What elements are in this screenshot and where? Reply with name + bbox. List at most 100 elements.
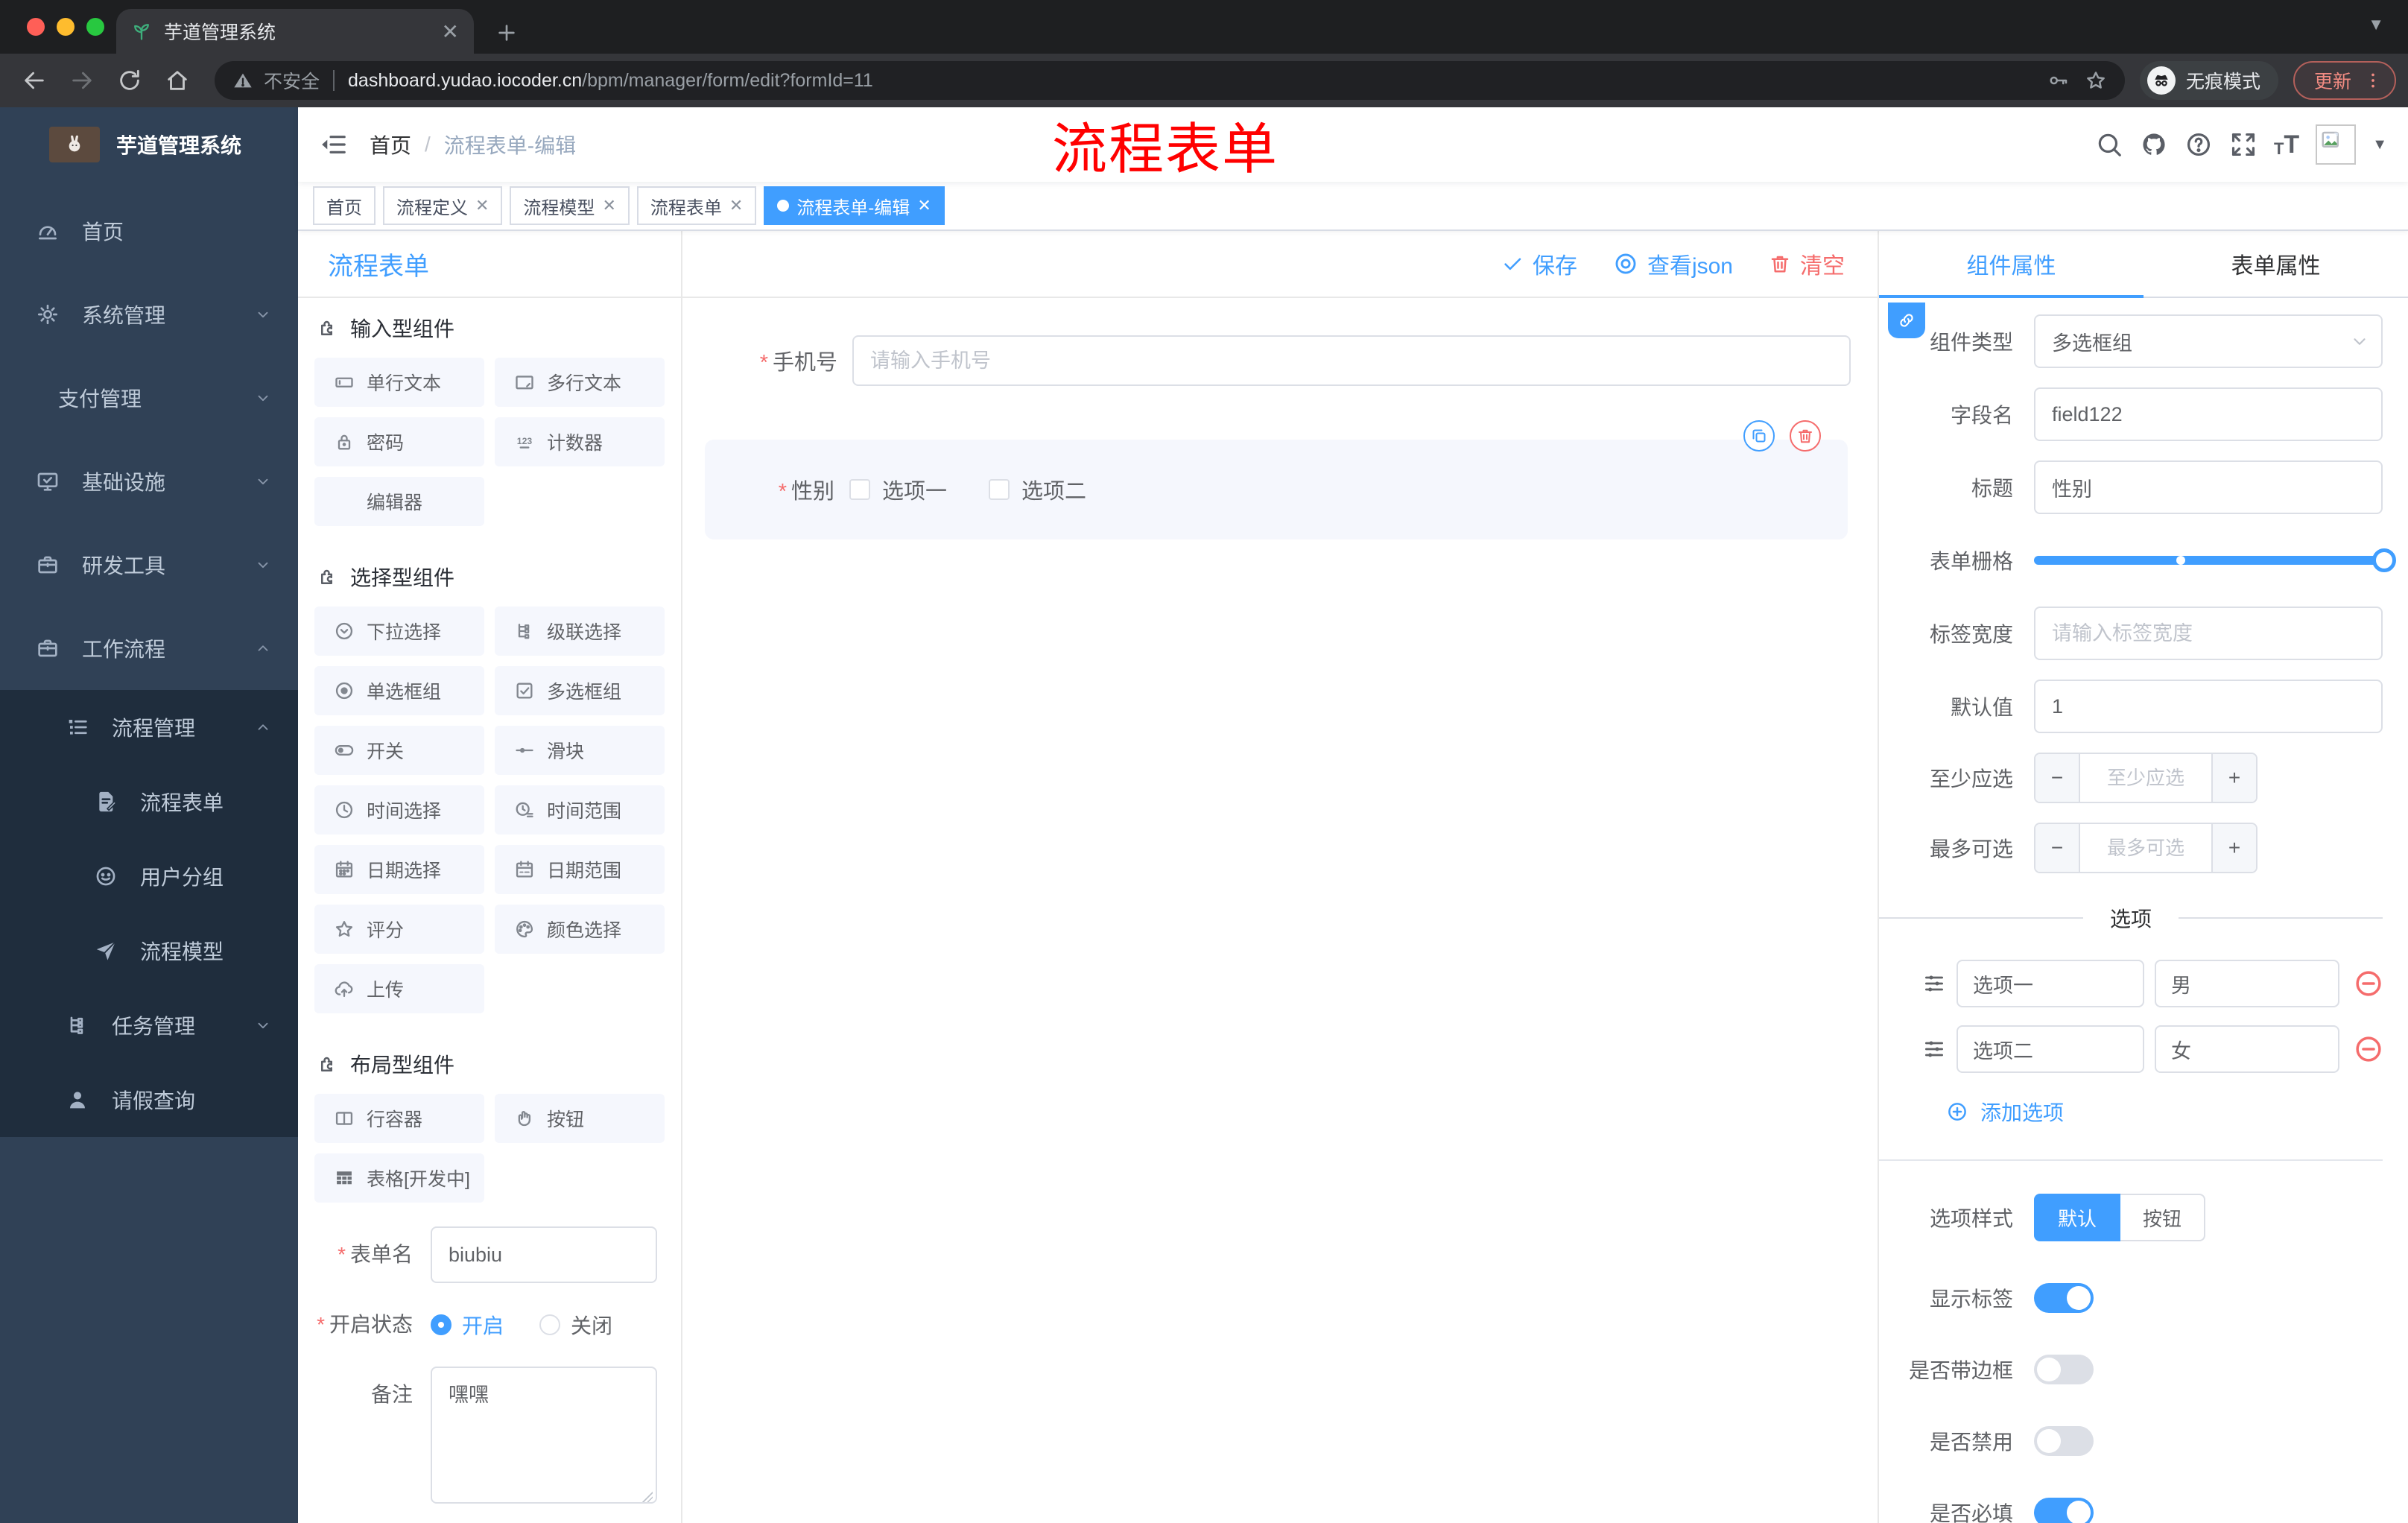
address-bar[interactable]: 不安全 dashboard.yudao.iocoder.cn/bpm/manag…	[215, 61, 2125, 100]
browser-tab[interactable]: 芋道管理系统 ✕	[116, 9, 474, 54]
max-input[interactable]	[2080, 824, 2211, 872]
component-switch[interactable]: 开关	[314, 726, 484, 775]
add-option-button[interactable]: 添加选项	[1946, 1097, 2383, 1127]
sidebar-item-leave-query[interactable]: 请假查询	[0, 1063, 298, 1137]
status-radio-off[interactable]: 关闭	[539, 1310, 612, 1340]
stepper-plus-button[interactable]: +	[2211, 754, 2256, 802]
avatar[interactable]	[2316, 124, 2357, 165]
maximize-window-button[interactable]	[86, 18, 104, 36]
drag-handle-icon[interactable]	[1922, 972, 1946, 995]
component-button[interactable]: 按钮	[495, 1094, 665, 1143]
home-button[interactable]	[155, 58, 200, 103]
form-remark-textarea[interactable]	[431, 1367, 657, 1504]
component-time-picker[interactable]: 时间选择	[314, 785, 484, 835]
component-rate[interactable]: 评分	[314, 905, 484, 954]
form-grid-slider[interactable]	[2034, 548, 2396, 572]
reload-button[interactable]	[107, 58, 152, 103]
close-window-button[interactable]	[27, 18, 45, 36]
minimize-window-button[interactable]	[57, 18, 75, 36]
tag-close-icon[interactable]: ✕	[729, 196, 743, 215]
tag-process-form-edit[interactable]: 流程表单-编辑 ✕	[764, 186, 945, 225]
form-name-input[interactable]	[431, 1226, 657, 1283]
component-select[interactable]: 下拉选择	[314, 607, 484, 656]
component-table[interactable]: 表格[开发中]	[314, 1153, 484, 1203]
drag-handle-icon[interactable]	[1922, 1037, 1946, 1061]
tag-close-icon[interactable]: ✕	[917, 196, 931, 215]
sidebar-item-user-group[interactable]: 用户分组	[0, 839, 298, 914]
tag-process-form[interactable]: 流程表单 ✕	[636, 186, 757, 225]
sidebar-item-home[interactable]: 首页	[0, 189, 298, 273]
view-json-button[interactable]: 查看json	[1613, 247, 1733, 280]
copy-component-button[interactable]	[1743, 420, 1775, 452]
remove-option-icon[interactable]	[2353, 1033, 2384, 1065]
font-size-icon[interactable]: TT	[2274, 132, 2299, 157]
tag-close-icon[interactable]: ✕	[475, 196, 489, 215]
help-icon[interactable]	[2184, 130, 2213, 159]
component-time-range[interactable]: 时间范围	[495, 785, 665, 835]
sidebar-item-payment[interactable]: 支付管理	[0, 356, 298, 440]
slider-handle[interactable]	[2372, 548, 2396, 572]
sidebar-item-system[interactable]: 系统管理	[0, 273, 298, 356]
avatar-caret-icon[interactable]: ▼	[2372, 136, 2387, 153]
component-date-range[interactable]: 日期范围	[495, 845, 665, 894]
gender-checkbox-2[interactable]: 选项二	[989, 474, 1086, 505]
forward-button[interactable]	[60, 58, 104, 103]
component-editor[interactable]: 编辑器	[314, 477, 484, 526]
style-default-button[interactable]: 默认	[2034, 1194, 2121, 1241]
component-counter[interactable]: 123 计数器	[495, 417, 665, 466]
remove-option-icon[interactable]	[2353, 968, 2384, 999]
required-toggle[interactable]	[2034, 1498, 2094, 1523]
tab-form-props[interactable]: 表单属性	[2144, 231, 2408, 297]
sidebar-item-process-mgmt[interactable]: 流程管理	[0, 690, 298, 764]
tab-close-icon[interactable]: ✕	[442, 19, 459, 44]
stepper-minus-button[interactable]: −	[2035, 754, 2080, 802]
hamburger-icon[interactable]	[298, 107, 370, 182]
component-date-picker[interactable]: 日期选择	[314, 845, 484, 894]
component-slider[interactable]: 滑块	[495, 726, 665, 775]
update-browser-button[interactable]: 更新	[2293, 61, 2396, 100]
back-button[interactable]	[12, 58, 57, 103]
tag-process-model[interactable]: 流程模型 ✕	[510, 186, 630, 225]
sidebar-item-devtools[interactable]: 研发工具	[0, 523, 298, 607]
component-upload[interactable]: 上传	[314, 964, 484, 1013]
show-label-toggle[interactable]	[2034, 1283, 2094, 1313]
label-width-input[interactable]	[2034, 607, 2383, 660]
save-button[interactable]: 保存	[1501, 247, 1577, 280]
stepper-plus-button[interactable]: +	[2211, 824, 2256, 872]
search-icon[interactable]	[2095, 130, 2123, 159]
min-input[interactable]	[2080, 754, 2211, 802]
tag-process-definition[interactable]: 流程定义 ✕	[383, 186, 503, 225]
stepper-minus-button[interactable]: −	[2035, 824, 2080, 872]
sidebar-item-process-form[interactable]: 流程表单	[0, 764, 298, 839]
disabled-toggle[interactable]	[2034, 1426, 2094, 1456]
breadcrumb-home[interactable]: 首页	[370, 130, 411, 159]
component-radio-group[interactable]: 单选框组	[314, 666, 484, 715]
option-label-input[interactable]	[1956, 960, 2144, 1007]
tag-close-icon[interactable]: ✕	[602, 196, 615, 215]
status-radio-on[interactable]: 开启	[431, 1310, 504, 1340]
tag-home[interactable]: 首页	[313, 186, 376, 225]
sidebar-item-task-mgmt[interactable]: 任务管理	[0, 988, 298, 1063]
gender-checkbox-1[interactable]: 选项一	[849, 474, 947, 505]
delete-component-button[interactable]	[1790, 420, 1821, 452]
profile-caret-icon[interactable]: ▼	[2368, 15, 2384, 34]
link-tag-icon[interactable]	[1888, 303, 1925, 338]
component-single-text[interactable]: 单行文本	[314, 358, 484, 407]
type-select-input[interactable]	[2034, 314, 2383, 368]
component-cascade[interactable]: 级联选择	[495, 607, 665, 656]
new-tab-button[interactable]	[495, 21, 519, 45]
option-value-input[interactable]	[2155, 960, 2339, 1007]
field-name-input[interactable]	[2034, 387, 2383, 441]
phone-field[interactable]: * 手机号	[682, 335, 1878, 386]
tab-component-props[interactable]: 组件属性	[1879, 231, 2144, 298]
gender-field-selected[interactable]: * 性别 选项一 选项二	[705, 420, 1848, 539]
fullscreen-icon[interactable]	[2229, 130, 2258, 159]
component-multi-text[interactable]: 多行文本	[495, 358, 665, 407]
type-select[interactable]	[2034, 314, 2383, 368]
sidebar-item-process-model[interactable]: 流程模型	[0, 914, 298, 988]
bookmark-star-icon[interactable]	[2085, 69, 2107, 92]
component-row-container[interactable]: 行容器	[314, 1094, 484, 1143]
sidebar-logo[interactable]: 芋道管理系统	[0, 107, 298, 182]
default-value-input[interactable]	[2034, 680, 2383, 733]
component-color-picker[interactable]: 颜色选择	[495, 905, 665, 954]
